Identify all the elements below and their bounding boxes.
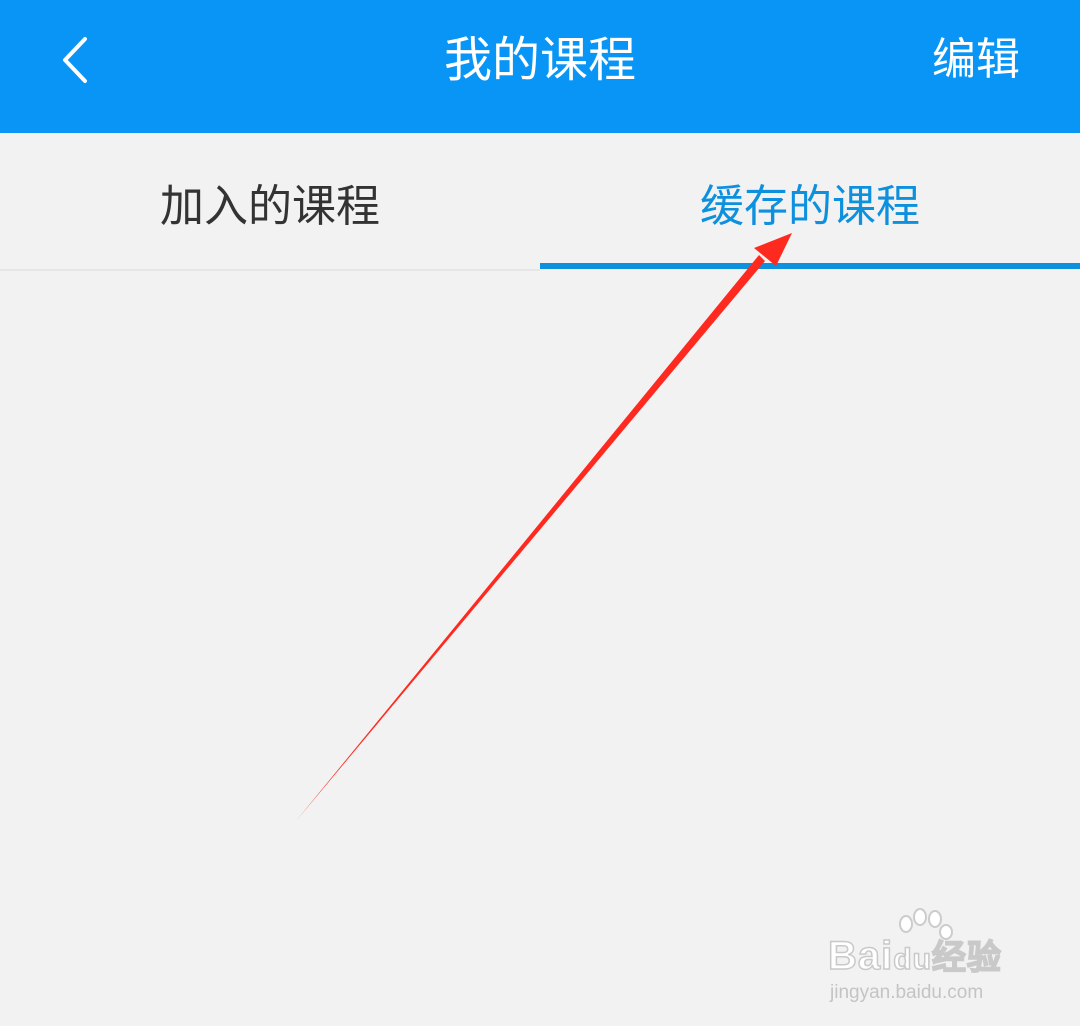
watermark-url: jingyan.baidu.com — [830, 982, 984, 1003]
watermark-brand: Baidu经验 — [827, 933, 1002, 979]
annotation-arrow — [296, 233, 792, 821]
arrow-shaft — [296, 255, 765, 821]
baidu-jingyan-watermark: Baidu经验 jingyan.baidu.com — [827, 908, 1028, 1013]
